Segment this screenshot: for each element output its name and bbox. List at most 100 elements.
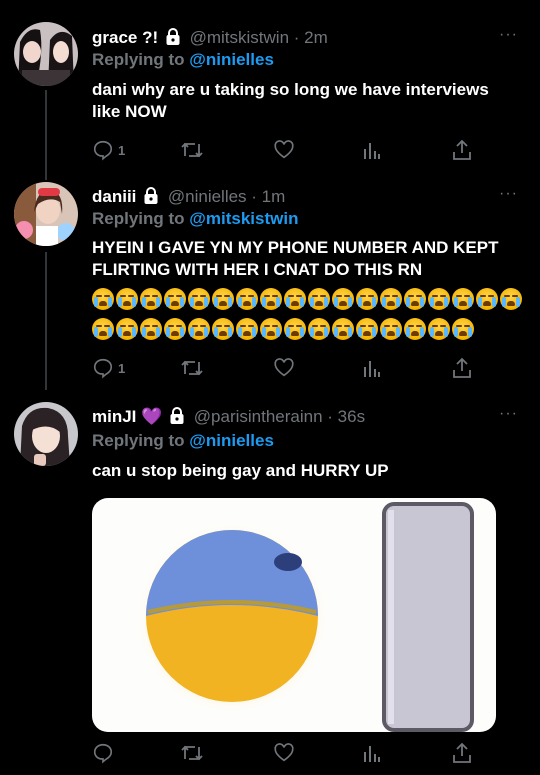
loudly-crying-emoji-icon <box>260 288 282 310</box>
reply-button[interactable]: 1 <box>92 139 125 161</box>
heart-icon <box>274 358 294 377</box>
thread-line <box>45 252 47 390</box>
loudly-crying-emoji-icon <box>188 288 210 310</box>
loudly-crying-emoji-icon <box>236 288 258 310</box>
analytics-icon <box>364 746 380 762</box>
retweet-button[interactable] <box>180 357 204 379</box>
tweet-header: daniii @ninielles · 1m <box>92 187 500 209</box>
loudly-crying-emoji-icon <box>452 318 474 340</box>
loudly-crying-emoji-icon <box>140 318 162 340</box>
thread-line <box>45 90 47 180</box>
loudly-crying-emoji-icon <box>356 288 378 310</box>
share-button[interactable] <box>452 357 472 379</box>
reply-icon <box>93 358 113 379</box>
reply-button[interactable]: 1 <box>92 357 125 379</box>
loudly-crying-emoji-icon <box>308 288 330 310</box>
loudly-crying-emoji-icon <box>116 318 138 340</box>
loudly-crying-emoji-icon <box>260 318 282 340</box>
share-icon <box>453 742 471 763</box>
tweet-header: minJI 💜 @parisintherainn · 36s <box>92 407 500 429</box>
loudly-crying-emoji-icon <box>92 318 114 340</box>
reply-count: 1 <box>118 142 126 158</box>
loudly-crying-emoji-icon <box>140 288 162 310</box>
emoji-row <box>92 318 474 340</box>
handle[interactable]: @parisintherainn <box>194 407 323 426</box>
analytics-button[interactable] <box>362 357 382 379</box>
loudly-crying-emoji-icon <box>476 288 498 310</box>
display-name[interactable]: daniii <box>92 187 136 206</box>
reply-count: 1 <box>118 360 126 376</box>
loudly-crying-emoji-icon <box>284 288 306 310</box>
like-button[interactable] <box>273 139 295 161</box>
tweet-2[interactable]: daniii @ninielles · 1m ··· Replying to @… <box>0 180 540 390</box>
handle[interactable]: @ninielles <box>168 187 247 206</box>
share-button[interactable] <box>452 139 472 161</box>
tweet-actions <box>92 742 472 764</box>
display-name[interactable]: minJI <box>92 407 136 426</box>
more-options-icon[interactable]: ··· <box>499 185 518 203</box>
reply-icon <box>93 743 113 764</box>
share-icon <box>453 139 471 160</box>
like-button[interactable] <box>273 742 295 764</box>
loudly-crying-emoji-icon <box>308 318 330 340</box>
avatar-grace[interactable] <box>14 22 78 86</box>
timestamp[interactable]: · 2m <box>294 28 328 47</box>
replying-to-label: Replying to <box>92 50 185 69</box>
analytics-button[interactable] <box>362 139 382 161</box>
more-options-icon[interactable]: ··· <box>499 405 518 423</box>
replying-to-label: Replying to <box>92 209 185 228</box>
loudly-crying-emoji-icon <box>452 288 474 310</box>
display-name[interactable]: grace ?! <box>92 28 158 47</box>
replying-to-handle[interactable]: @mitskistwin <box>189 209 298 228</box>
phone-shape <box>382 502 474 732</box>
handle[interactable]: @mitskistwin <box>190 28 289 47</box>
loudly-crying-emoji-icon <box>404 288 426 310</box>
tweet-1[interactable]: grace ?! @mitskistwin · 2m ··· Replying … <box>0 0 540 180</box>
purple-heart-emoji: 💜 <box>141 407 163 426</box>
retweet-button[interactable] <box>180 742 204 764</box>
tweet-text: dani why are u taking so long we have in… <box>92 80 489 121</box>
loudly-crying-emoji-icon <box>212 318 234 340</box>
loudly-crying-emoji-icon <box>380 318 402 340</box>
timestamp[interactable]: · 36s <box>327 407 365 426</box>
loudly-crying-emoji-icon <box>188 318 210 340</box>
lock-icon <box>169 407 185 429</box>
loudly-crying-emoji-icon <box>500 288 522 310</box>
loudly-crying-emoji-icon <box>356 318 378 340</box>
share-icon <box>453 357 471 378</box>
share-button[interactable] <box>452 742 472 764</box>
loudly-crying-emoji-icon <box>332 318 354 340</box>
reply-button[interactable] <box>92 742 114 764</box>
avatar-minji[interactable] <box>14 402 78 466</box>
loudly-crying-emoji-icon <box>92 288 114 310</box>
retweet-icon <box>181 745 203 761</box>
more-options-icon[interactable]: ··· <box>499 26 518 44</box>
heart-icon <box>274 743 294 762</box>
reply-icon <box>93 140 113 161</box>
lock-icon <box>165 28 181 50</box>
loudly-crying-emoji-icon <box>428 318 450 340</box>
tweet-header: grace ?! @mitskistwin · 2m <box>92 28 500 50</box>
analytics-icon <box>364 143 380 159</box>
tweet-actions: 1 <box>92 357 472 379</box>
retweet-icon <box>181 142 203 158</box>
replying-to: Replying to @ninielles <box>92 431 274 451</box>
heart-icon <box>274 140 294 159</box>
replying-to-handle[interactable]: @ninielles <box>189 431 274 450</box>
retweet-button[interactable] <box>180 139 204 161</box>
timestamp[interactable]: · 1m <box>251 187 285 206</box>
replying-to-handle[interactable]: @ninielles <box>189 50 274 69</box>
tweet-text: HYEIN I GAVE YN MY PHONE NUMBER AND KEPT… <box>92 238 499 279</box>
avatar-daniii[interactable] <box>14 182 78 246</box>
analytics-button[interactable] <box>362 742 382 764</box>
loudly-crying-emoji-icon <box>332 288 354 310</box>
replying-to: Replying to @mitskistwin <box>92 209 298 229</box>
loudly-crying-emoji-icon <box>116 288 138 310</box>
loudly-crying-emoji-icon <box>284 318 306 340</box>
tweet-actions: 1 <box>92 139 472 161</box>
lock-icon <box>143 187 159 209</box>
emoji-row <box>92 288 522 310</box>
like-button[interactable] <box>273 357 295 379</box>
media-image[interactable] <box>92 498 496 732</box>
loudly-crying-emoji-icon <box>380 288 402 310</box>
